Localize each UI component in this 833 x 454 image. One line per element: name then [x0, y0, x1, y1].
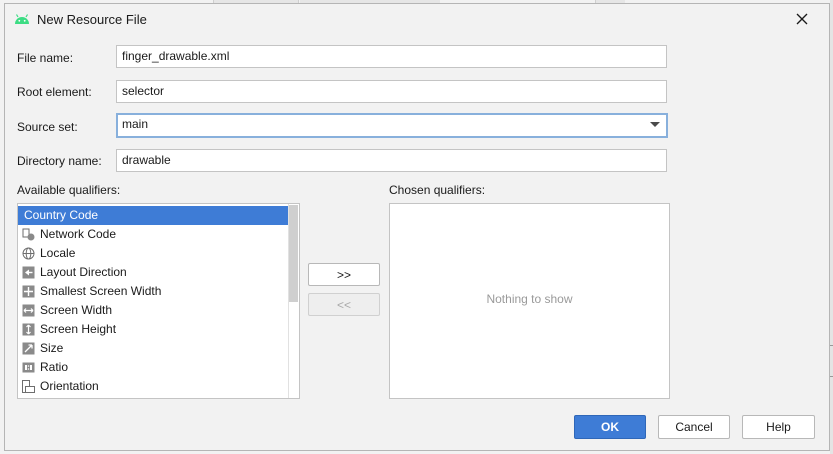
qualifier-next-partial: [18, 396, 288, 398]
qualifier-label: Orientation: [40, 379, 99, 393]
new-resource-file-dialog: New Resource File File name: finger_draw…: [4, 3, 830, 451]
screen-height-icon: [22, 323, 35, 336]
file-name-label: File name:: [17, 51, 74, 65]
qualifier-orientation[interactable]: Orientation: [18, 377, 288, 396]
qualifier-network-code[interactable]: Network Code: [18, 225, 288, 244]
qualifier-screen-height[interactable]: Screen Height: [18, 320, 288, 339]
qualifier-label: Ratio: [40, 360, 69, 374]
available-qualifiers-label: Available qualifiers:: [17, 183, 121, 197]
remove-qualifier-button[interactable]: <<: [308, 293, 380, 316]
qualifier-label: Layout Direction: [40, 265, 127, 279]
qualifier-locale[interactable]: Locale: [18, 244, 288, 263]
qualifier-ratio[interactable]: Ratio: [18, 358, 288, 377]
root-element-input[interactable]: selector: [116, 80, 667, 103]
screen-width-icon: [22, 304, 35, 317]
qualifier-label: Locale: [40, 246, 76, 260]
ratio-icon: [22, 362, 35, 373]
available-qualifiers-list[interactable]: Country Code Network Code Locale Layout …: [17, 203, 300, 399]
chosen-qualifiers-label: Chosen qualifiers:: [389, 183, 486, 197]
qualifier-label: Smallest Screen Width: [40, 284, 162, 298]
qualifier-smallest-screen-width[interactable]: Smallest Screen Width: [18, 282, 288, 301]
directory-name-input[interactable]: drawable: [116, 149, 667, 172]
help-button[interactable]: Help: [742, 415, 815, 439]
qualifier-label: Network Code: [40, 227, 117, 241]
smallest-width-icon: [22, 285, 35, 298]
empty-state-text: Nothing to show: [486, 292, 573, 306]
close-icon: [796, 13, 808, 25]
orientation-icon: [22, 380, 35, 393]
root-element-label: Root element:: [17, 85, 92, 99]
qualifier-size[interactable]: Size: [18, 339, 288, 358]
ok-button[interactable]: OK: [574, 415, 646, 439]
size-icon: [22, 342, 35, 355]
directory-name-label: Directory name:: [17, 154, 102, 168]
android-icon: [15, 14, 29, 24]
qualifier-label: Screen Height: [40, 322, 117, 336]
source-set-label: Source set:: [17, 120, 78, 134]
dialog-titlebar: New Resource File: [5, 4, 829, 35]
scrollbar-thumb[interactable]: [289, 205, 298, 302]
source-set-dropdown[interactable]: main: [116, 113, 668, 138]
network-code-icon: [22, 228, 35, 241]
qualifier-label: Country Code: [24, 208, 99, 222]
source-set-value: main: [122, 117, 149, 131]
dialog-title: New Resource File: [37, 12, 147, 27]
qualifier-label: Size: [40, 341, 64, 355]
globe-icon: [22, 247, 35, 260]
qualifier-country-code[interactable]: Country Code: [18, 206, 288, 225]
chevron-down-icon: [650, 122, 660, 127]
add-qualifier-button[interactable]: >>: [308, 263, 380, 286]
qualifier-screen-width[interactable]: Screen Width: [18, 301, 288, 320]
close-button[interactable]: [791, 8, 813, 30]
list-scrollbar[interactable]: [288, 204, 299, 398]
qualifier-label: Screen Width: [40, 303, 113, 317]
layout-direction-icon: [22, 266, 35, 279]
qualifier-layout-direction[interactable]: Layout Direction: [18, 263, 288, 282]
file-name-input[interactable]: finger_drawable.xml: [116, 45, 667, 68]
cancel-button[interactable]: Cancel: [658, 415, 730, 439]
chosen-qualifiers-list[interactable]: Nothing to show: [389, 203, 670, 399]
